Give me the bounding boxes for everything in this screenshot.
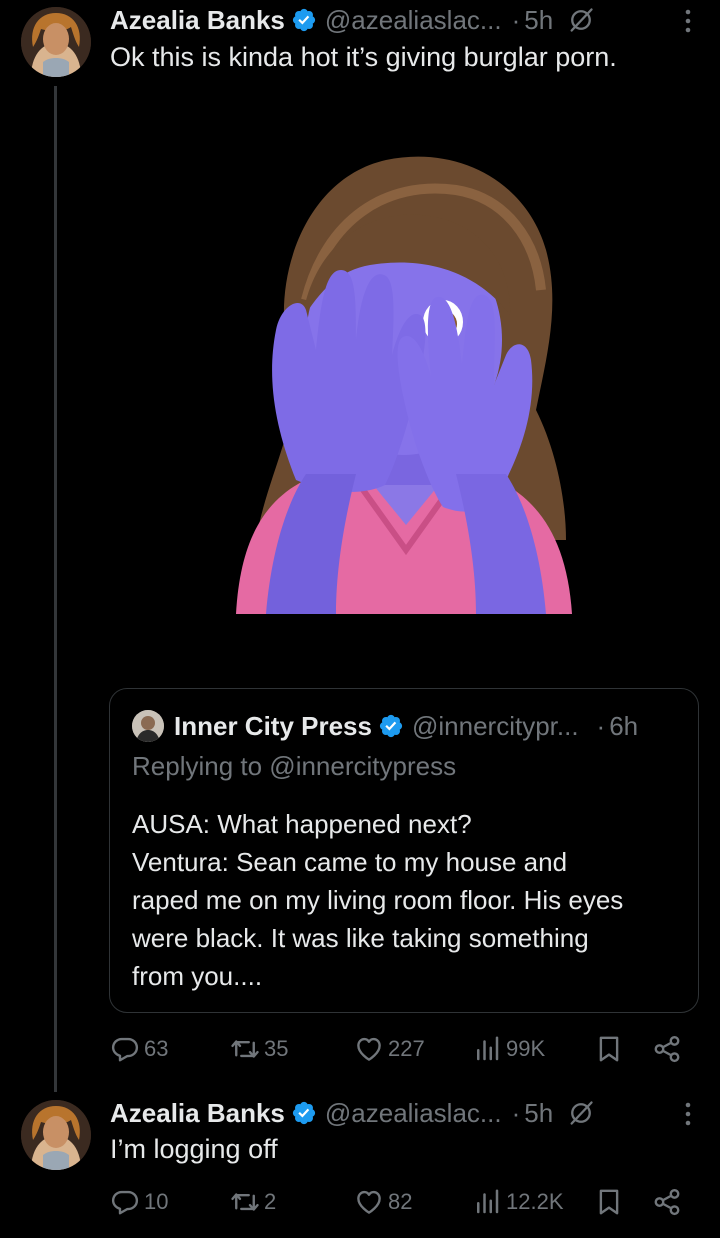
author-handle[interactable]: @azealiaslac... bbox=[325, 1098, 502, 1129]
quoted-author-handle: @innercitypr... bbox=[411, 710, 579, 741]
repost-button[interactable]: 2 bbox=[230, 1184, 276, 1220]
repost-count: 35 bbox=[264, 1036, 289, 1061]
grok-icon[interactable] bbox=[567, 6, 595, 34]
tweet-actions: 10 2 82 12.2K bbox=[110, 1184, 690, 1220]
views-button[interactable]: 12.2K bbox=[472, 1184, 564, 1220]
grok-icon[interactable] bbox=[567, 1099, 595, 1127]
quoted-tweet-text: AUSA: What happened next? Ventura: Sean … bbox=[132, 805, 623, 995]
quoted-text-line: from you.... bbox=[132, 961, 263, 991]
replying-to-text: Replying to @innercitypress bbox=[132, 751, 457, 781]
timestamp[interactable]: 5h bbox=[524, 5, 553, 36]
verified-badge-icon bbox=[291, 7, 317, 33]
share-icon[interactable] bbox=[652, 1034, 682, 1064]
views-button[interactable]: 99K bbox=[472, 1031, 545, 1067]
quoted-text-line: were black. It was like taking something bbox=[132, 923, 589, 953]
timestamp[interactable]: 5h bbox=[524, 1098, 553, 1129]
reply-button[interactable]: 63 bbox=[110, 1031, 168, 1067]
memoji-image[interactable] bbox=[236, 150, 572, 614]
heart-icon bbox=[354, 1187, 384, 1217]
quoted-author-name: Inner City Press bbox=[174, 710, 372, 741]
reply-button[interactable]: 10 bbox=[110, 1184, 168, 1220]
views-count: 99K bbox=[506, 1036, 546, 1061]
more-options-icon[interactable] bbox=[682, 1099, 694, 1129]
repost-count: 2 bbox=[264, 1189, 277, 1214]
reply-count: 63 bbox=[144, 1036, 169, 1061]
author-name[interactable]: Azealia Banks bbox=[110, 1098, 285, 1129]
repost-button[interactable]: 35 bbox=[230, 1031, 288, 1067]
tweet-header: Azealia Banks @azealiaslac... · 5h bbox=[110, 1095, 595, 1131]
tweet-header: Azealia Banks @azealiaslac... · 5h bbox=[110, 2, 595, 38]
author-name[interactable]: Azealia Banks bbox=[110, 5, 285, 36]
separator-dot: · bbox=[596, 710, 606, 741]
views-icon bbox=[472, 1187, 502, 1217]
like-count: 227 bbox=[388, 1036, 425, 1061]
quoted-timestamp: 6h bbox=[609, 710, 639, 741]
bookmark-icon[interactable] bbox=[594, 1187, 624, 1217]
views-icon bbox=[472, 1034, 502, 1064]
tweet-actions: 63 35 227 99K bbox=[110, 1031, 690, 1067]
tweet-1[interactable]: Azealia Banks @azealiaslac... · 5h Ok th… bbox=[0, 0, 720, 1080]
like-button[interactable]: 227 bbox=[354, 1031, 425, 1067]
verified-badge-icon bbox=[291, 1100, 317, 1126]
tweet-2[interactable]: Azealia Banks @azealiaslac... · 5h I’m l… bbox=[0, 1090, 720, 1238]
tweet-text: Ok this is kinda hot it’s giving burglar… bbox=[110, 42, 617, 72]
reply-icon bbox=[110, 1187, 140, 1217]
quoted-text-line: raped me on my living room floor. His ey… bbox=[132, 885, 624, 915]
share-icon[interactable] bbox=[652, 1187, 682, 1217]
verified-badge-icon bbox=[378, 713, 404, 739]
like-count: 82 bbox=[388, 1189, 413, 1214]
quoted-tweet[interactable]: Inner City Press @innercitypr... · 6h Re… bbox=[109, 688, 699, 1013]
quoted-tweet-header: Inner City Press @innercitypr... · 6h bbox=[132, 709, 638, 743]
reply-count: 10 bbox=[144, 1189, 169, 1214]
separator-dot: · bbox=[511, 4, 521, 35]
avatar[interactable] bbox=[21, 1100, 91, 1170]
reply-icon bbox=[110, 1034, 140, 1064]
repost-icon bbox=[230, 1187, 260, 1217]
views-count: 12.2K bbox=[506, 1189, 564, 1214]
quoted-text-line: AUSA: What happened next? bbox=[132, 809, 472, 839]
separator-dot: · bbox=[511, 1097, 521, 1128]
repost-icon bbox=[230, 1034, 260, 1064]
author-handle[interactable]: @azealiaslac... bbox=[325, 5, 502, 36]
bookmark-icon[interactable] bbox=[594, 1034, 624, 1064]
heart-icon bbox=[354, 1034, 384, 1064]
avatar[interactable] bbox=[21, 7, 91, 77]
like-button[interactable]: 82 bbox=[354, 1184, 412, 1220]
more-options-icon[interactable] bbox=[682, 6, 694, 36]
quoted-text-line: Ventura: Sean came to my house and bbox=[132, 847, 568, 877]
quoted-avatar bbox=[132, 710, 164, 742]
tweet-text: I’m logging off bbox=[110, 1134, 278, 1164]
